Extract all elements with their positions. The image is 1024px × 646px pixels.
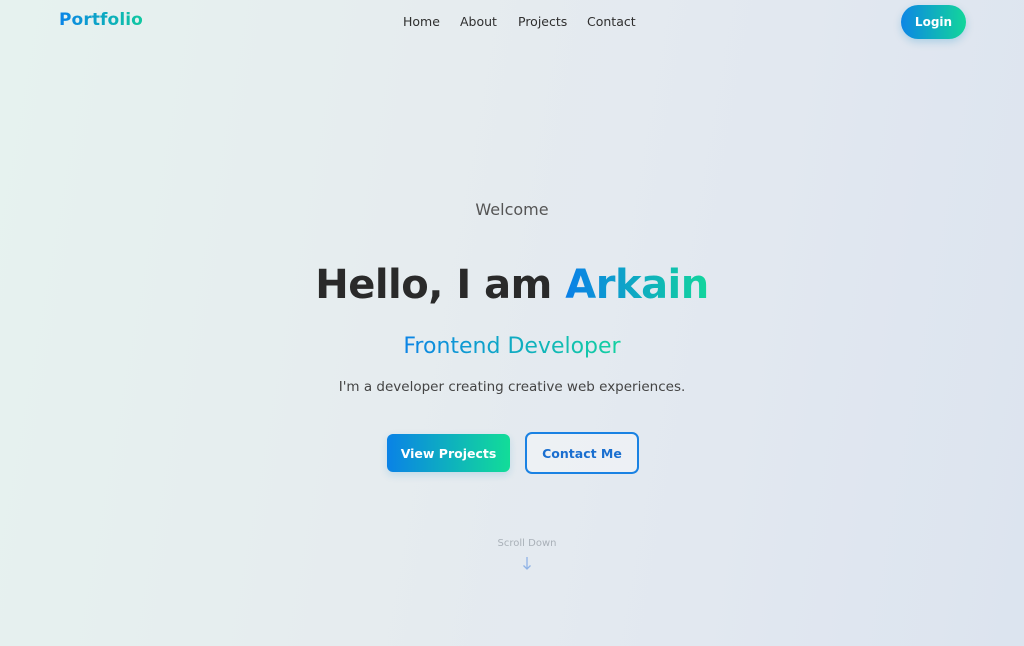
hero-role: Frontend Developer [0,333,1024,361]
hero-tagline: I'm a developer creating creative web ex… [338,379,686,395]
nav-link-projects[interactable]: Projects [518,14,567,29]
view-projects-button[interactable]: View Projects [387,434,510,472]
hero-headline: Hello, I am Arkain [0,262,1024,308]
contact-me-button[interactable]: Contact Me [525,432,639,474]
nav-link-about[interactable]: About [460,14,497,29]
hero-name: Arkain [565,262,709,308]
scroll-down-label: Scroll Down [497,538,557,549]
greeting-text: Hello, I am [315,262,566,308]
navbar: Portfolio Home About Projects Contact Lo… [0,0,1024,44]
nav-links: Home About Projects Contact [0,14,1024,30]
nav-link-contact[interactable]: Contact [587,14,636,29]
login-button[interactable]: Login [901,5,966,39]
welcome-text: Welcome [475,200,549,219]
arrow-down-icon[interactable] [519,554,535,572]
role-text: Frontend Developer [403,334,621,359]
nav-link-home[interactable]: Home [403,14,440,29]
